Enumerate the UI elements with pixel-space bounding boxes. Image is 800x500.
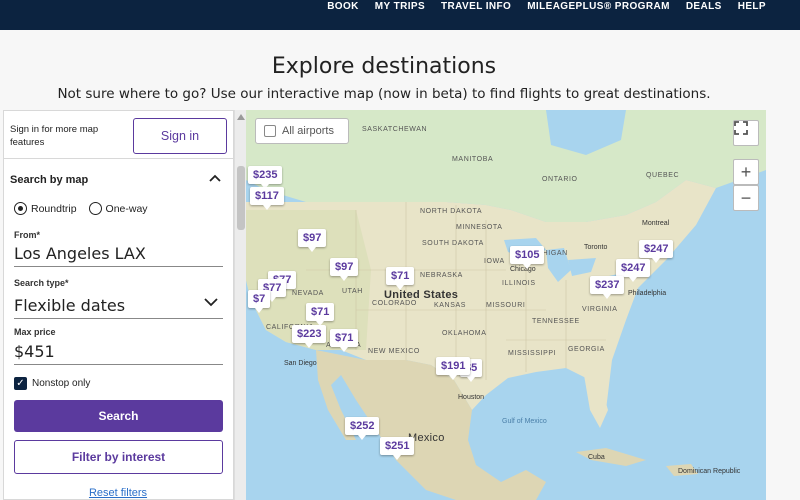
max-price-label: Max price — [14, 327, 56, 337]
price-marker[interactable]: $7 — [248, 290, 271, 313]
nonstop-checkbox-row[interactable]: ✓ Nonstop only — [14, 377, 90, 390]
label-gulf-of-mexico: Gulf of Mexico — [502, 418, 547, 425]
signin-row: Sign in for more map features Sign in — [4, 111, 233, 159]
label-mississippi: MISSISSIPPI — [508, 350, 557, 357]
label-utah: UTAH — [342, 288, 363, 295]
top-nav-bar: BOOK MY TRIPS TRAVEL INFO MILEAGEPLUS® P… — [0, 0, 800, 30]
price-marker[interactable]: $247 — [639, 240, 674, 263]
checkbox-empty-icon[interactable] — [264, 125, 276, 137]
label-manitoba: MANITOBA — [452, 156, 494, 163]
label-new-mexico: NEW MEXICO — [368, 348, 420, 355]
label-cuba: Cuba — [588, 454, 605, 461]
label-united-states: United States — [384, 289, 459, 301]
search-type-select[interactable]: Flexible dates — [14, 296, 223, 319]
label-nevada: NEVADA — [292, 290, 324, 297]
price-marker[interactable]: $223 — [292, 325, 327, 348]
reset-filters-link[interactable]: Reset filters — [4, 487, 232, 499]
label-virginia: VIRGINIA — [582, 306, 618, 313]
label-oklahoma: OKLAHOMA — [442, 330, 487, 337]
price-marker[interactable]: $105 — [510, 246, 545, 269]
label-minnesota: MINNESOTA — [456, 224, 503, 231]
price-marker[interactable]: $237 — [590, 276, 625, 299]
all-airports-toggle[interactable]: All airports — [255, 118, 349, 144]
scroll-up-arrow-icon[interactable] — [237, 114, 245, 120]
price-marker[interactable]: $71 — [386, 267, 415, 290]
price-marker[interactable]: $191 — [436, 357, 471, 380]
label-ontario: ONTARIO — [542, 176, 578, 183]
price-marker[interactable]: $97 — [298, 229, 327, 252]
price-marker[interactable]: $71 — [330, 329, 359, 352]
label-saskatchewan: SASKATCHEWAN — [362, 126, 428, 133]
price-marker[interactable]: $247 — [616, 259, 651, 282]
label-nebraska: NEBRASKA — [420, 272, 463, 279]
page-title: Explore destinations — [271, 54, 497, 79]
label-south-dakota: SOUTH DAKOTA — [422, 240, 484, 247]
all-airports-label: All airports — [282, 125, 334, 137]
nav-my-trips[interactable]: MY TRIPS — [375, 0, 425, 14]
price-marker[interactable]: $97 — [330, 258, 359, 281]
price-marker[interactable]: $117 — [250, 187, 284, 210]
destination-map[interactable]: SASKATCHEWAN MANITOBA ONTARIO QUEBEC NOR… — [246, 110, 766, 500]
radio-selected-icon — [14, 202, 27, 215]
price-marker[interactable]: $252 — [345, 417, 380, 440]
label-quebec: QUEBEC — [646, 172, 680, 179]
scroll-thumb[interactable] — [237, 166, 245, 230]
label-north-dakota: NORTH DAKOTA — [420, 208, 483, 215]
price-marker[interactable]: $71 — [306, 303, 335, 326]
zoom-out-button[interactable]: − — [733, 185, 759, 211]
price-marker[interactable]: $251 — [380, 437, 415, 460]
checkmark-icon[interactable]: ✓ — [14, 377, 27, 390]
page-subtitle: Not sure where to go? Use our interactiv… — [57, 86, 711, 102]
nav-book[interactable]: BOOK — [327, 0, 359, 14]
label-philadelphia: Philadelphia — [628, 290, 667, 297]
nav-mileageplus[interactable]: MILEAGEPLUS® PROGRAM — [527, 0, 670, 14]
from-label: From* — [14, 230, 41, 240]
label-tennessee: TENNESSEE — [532, 318, 580, 325]
label-iowa: IOWA — [484, 258, 505, 265]
radio-roundtrip[interactable]: Roundtrip — [14, 202, 77, 215]
search-button[interactable]: Search — [14, 400, 223, 432]
label-houston: Houston — [458, 394, 485, 401]
fullscreen-icon — [734, 121, 748, 135]
nonstop-label: Nonstop only — [32, 378, 91, 389]
nav-deals[interactable]: DEALS — [686, 0, 722, 14]
top-nav: BOOK MY TRIPS TRAVEL INFO MILEAGEPLUS® P… — [327, 0, 766, 14]
label-kansas: KANSAS — [434, 302, 466, 309]
signin-prompt: Sign in for more map features — [10, 124, 99, 148]
search-by-map-heading: Search by map — [10, 174, 89, 186]
label-toronto: Toronto — [584, 244, 608, 251]
radio-one-way[interactable]: One-way — [88, 202, 148, 215]
radio-one-way-label: One-way — [105, 202, 148, 215]
fullscreen-button[interactable] — [733, 120, 759, 146]
filter-by-interest-button[interactable]: Filter by interest — [14, 440, 223, 474]
chevron-up-icon[interactable] — [209, 173, 221, 185]
search-type-label: Search type* — [14, 278, 69, 288]
from-field[interactable]: Los Angeles LAX — [14, 244, 223, 267]
trip-type-radios: Roundtrip One-way — [14, 202, 148, 215]
label-georgia: GEORGIA — [568, 346, 605, 353]
panel-scrollbar[interactable] — [234, 110, 246, 500]
label-missouri: MISSOURI — [486, 302, 526, 309]
label-colorado: COLORADO — [372, 300, 417, 307]
signin-button[interactable]: Sign in — [133, 118, 227, 154]
label-montreal: Montreal — [642, 220, 670, 227]
search-panel: Sign in for more map features Sign in Se… — [3, 110, 234, 500]
nav-travel-info[interactable]: TRAVEL INFO — [441, 0, 511, 14]
label-san-diego: San Diego — [284, 360, 317, 367]
radio-roundtrip-label: Roundtrip — [31, 202, 77, 215]
label-illinois: ILLINOIS — [502, 280, 536, 287]
radio-empty-icon — [88, 202, 102, 215]
zoom-in-button[interactable]: + — [733, 159, 759, 185]
price-marker[interactable]: $235 — [248, 166, 283, 189]
label-dominican-republic: Dominican Republic — [678, 468, 741, 475]
chevron-down-icon[interactable] — [204, 297, 218, 307]
nav-help[interactable]: HELP — [738, 0, 766, 14]
max-price-field[interactable]: $451 — [14, 342, 223, 365]
